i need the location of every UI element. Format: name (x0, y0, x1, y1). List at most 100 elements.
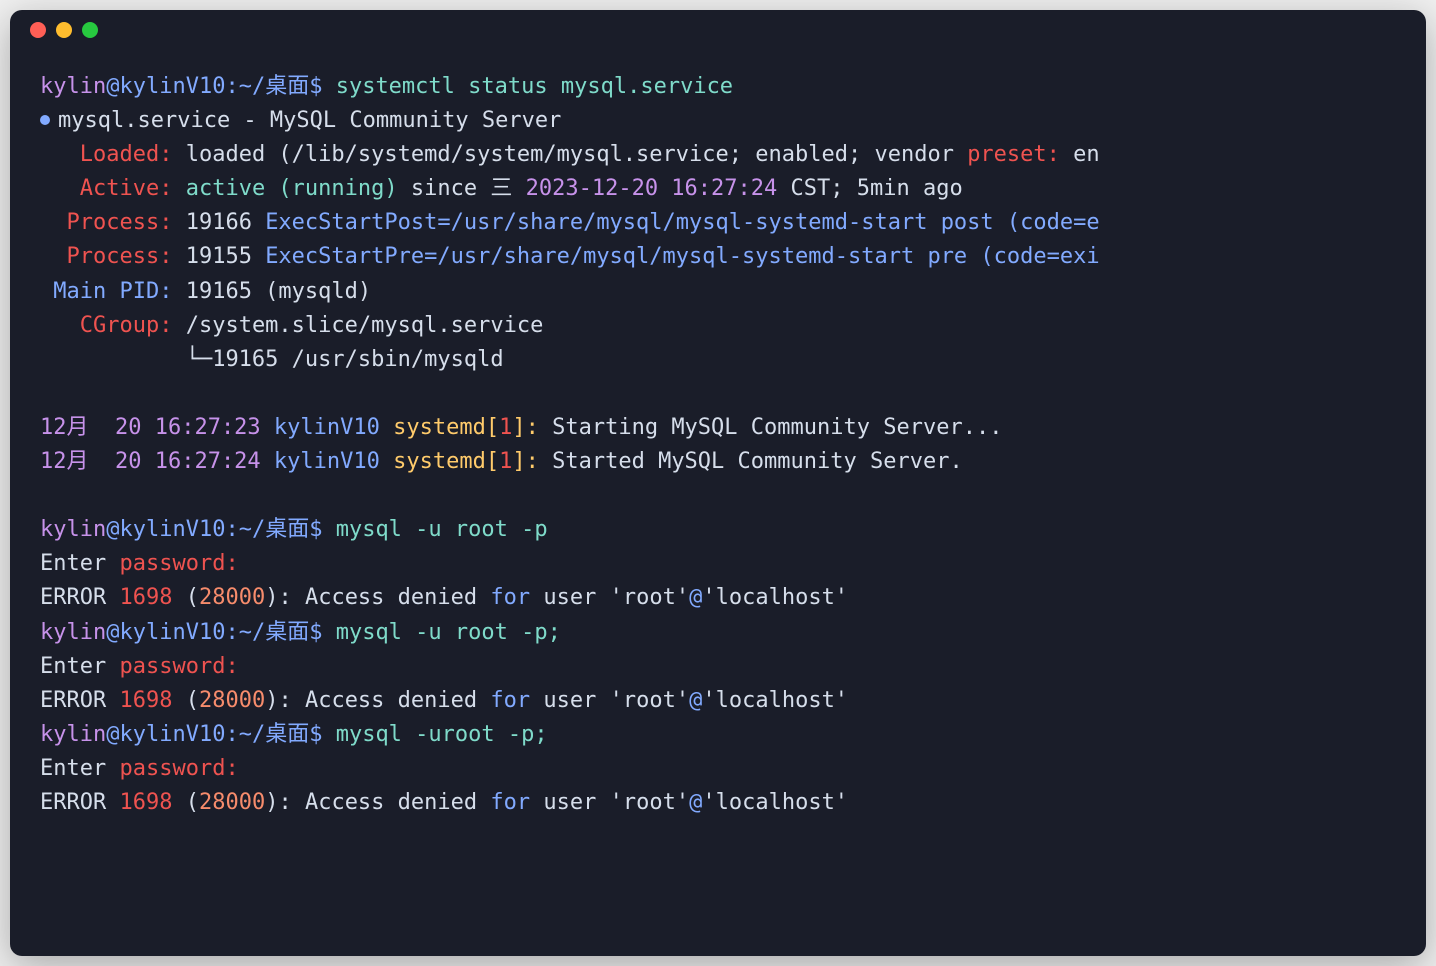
error-sqlstate: 28000 (199, 790, 265, 815)
process2-exec: ExecStartPre=/usr/share/mysql/mysql-syst… (265, 244, 1099, 269)
error-at: @ (689, 585, 702, 610)
error-sqlstate: 28000 (199, 688, 265, 713)
error-for: for (490, 688, 530, 713)
prompt-path: ~/桌面 (239, 722, 310, 747)
loaded-en: en (1060, 142, 1100, 167)
cgroup-label: CGroup: (80, 313, 173, 338)
process1-pid: 19166 (172, 210, 265, 235)
service-line: mysql.service - MySQL Community Server (58, 108, 561, 133)
prompt-colon: : (225, 74, 238, 99)
error-host-val: 'localhost' (702, 790, 848, 815)
mainpid-value: 19165 (mysqld) (172, 279, 371, 304)
prompt-at: @ (106, 620, 119, 645)
log1-src: systemd[ (393, 415, 499, 440)
password-label: password: (119, 551, 238, 576)
active-since: since 三 (398, 176, 526, 201)
preset-label: preset: (967, 142, 1060, 167)
error-at: @ (689, 790, 702, 815)
prompt-dollar: $ (309, 74, 322, 99)
command-4: mysql -uroot -p; (336, 722, 548, 747)
error-paren-close: ): (265, 585, 305, 610)
enter-password-text: Enter (40, 654, 119, 679)
log2-num: 1 (499, 449, 512, 474)
error-access-denied: Access denied (305, 790, 490, 815)
error-paren-close: ): (265, 688, 305, 713)
command-1: systemctl status mysql.service (336, 74, 733, 99)
minimize-icon[interactable] (56, 22, 72, 38)
prompt-user: kylin (40, 722, 106, 747)
close-icon[interactable] (30, 22, 46, 38)
prompt-at: @ (106, 722, 119, 747)
error-code: 1698 (119, 790, 172, 815)
log2-host: kylinV10 (261, 449, 393, 474)
log1-msg: Starting MySQL Community Server... (552, 415, 1002, 440)
command-2: mysql -u root -p (336, 517, 548, 542)
password-label: password: (119, 654, 238, 679)
prompt-path: ~/桌面 (239, 620, 310, 645)
prompt-host: kylinV10 (119, 74, 225, 99)
prompt-host: kylinV10 (119, 722, 225, 747)
error-user-val: 'root' (610, 585, 689, 610)
prompt-dollar: $ (309, 517, 322, 542)
active-state: active (running) (186, 176, 398, 201)
process2-label: Process: (67, 244, 173, 269)
log2-date: 12月 20 16:27:24 (40, 449, 261, 474)
log2-src: systemd[ (393, 449, 499, 474)
enter-password-text: Enter (40, 756, 119, 781)
window-titlebar (10, 10, 1426, 50)
error-code: 1698 (119, 688, 172, 713)
terminal-content[interactable]: kylin@kylinV10:~/桌面$ systemctl status my… (10, 50, 1426, 840)
loaded-value: loaded (/lib/systemd/system/mysql.servic… (186, 142, 967, 167)
active-label: Active: (80, 176, 173, 201)
error-paren-close: ): (265, 790, 305, 815)
error-code: 1698 (119, 585, 172, 610)
error-access-denied: Access denied (305, 585, 490, 610)
prompt-host: kylinV10 (119, 517, 225, 542)
prompt-user: kylin (40, 620, 106, 645)
error-user-word: user (530, 790, 609, 815)
process2-pid: 19155 (172, 244, 265, 269)
active-date: 2023-12-20 16:27:24 (526, 176, 778, 201)
prompt-user: kylin (40, 74, 106, 99)
cgroup-child: └─19165 /usr/sbin/mysqld (186, 347, 504, 372)
password-label: password: (119, 756, 238, 781)
prompt-path: ~/桌面 (239, 517, 310, 542)
error-user-word: user (530, 688, 609, 713)
error-access-denied: Access denied (305, 688, 490, 713)
enter-password-text: Enter (40, 551, 119, 576)
prompt-at: @ (106, 517, 119, 542)
prompt-dollar: $ (309, 722, 322, 747)
prompt-at: @ (106, 74, 119, 99)
prompt-colon: : (225, 517, 238, 542)
error-at: @ (689, 688, 702, 713)
error-user-val: 'root' (610, 790, 689, 815)
loaded-label: Loaded: (80, 142, 173, 167)
error-prefix: ERROR (40, 688, 119, 713)
error-sqlstate: 28000 (199, 585, 265, 610)
log1-date: 12月 20 16:27:23 (40, 415, 261, 440)
process1-exec: ExecStartPost=/usr/share/mysql/mysql-sys… (265, 210, 1099, 235)
status-bullet-icon (40, 115, 50, 125)
command-3: mysql -u root -p; (336, 620, 561, 645)
terminal-window: kylin@kylinV10:~/桌面$ systemctl status my… (10, 10, 1426, 956)
error-paren-open: ( (172, 688, 199, 713)
error-user-word: user (530, 585, 609, 610)
mainpid-label: Main PID: (53, 279, 172, 304)
error-paren-open: ( (172, 790, 199, 815)
log2-close: ]: (512, 449, 552, 474)
log1-close: ]: (512, 415, 552, 440)
log1-num: 1 (499, 415, 512, 440)
process1-label: Process: (67, 210, 173, 235)
error-paren-open: ( (172, 585, 199, 610)
error-host-val: 'localhost' (702, 585, 848, 610)
error-user-val: 'root' (610, 688, 689, 713)
prompt-user: kylin (40, 517, 106, 542)
prompt-path: ~/桌面 (239, 74, 310, 99)
log2-msg: Started MySQL Community Server. (552, 449, 963, 474)
prompt-dollar: $ (309, 620, 322, 645)
maximize-icon[interactable] (82, 22, 98, 38)
log1-host: kylinV10 (261, 415, 393, 440)
error-for: for (490, 790, 530, 815)
error-host-val: 'localhost' (702, 688, 848, 713)
prompt-colon: : (225, 620, 238, 645)
